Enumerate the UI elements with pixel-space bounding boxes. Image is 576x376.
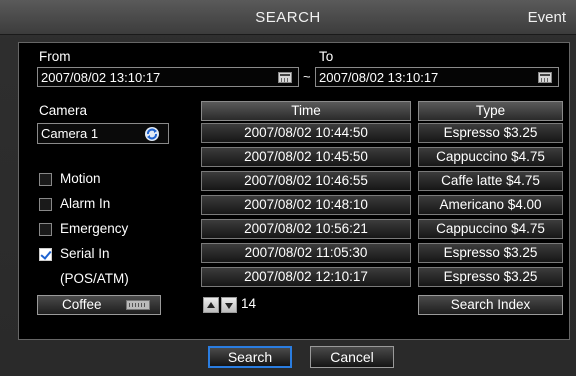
calendar-icon[interactable]: [538, 72, 552, 83]
emergency-checkbox[interactable]: [39, 223, 52, 236]
type-cell: Espresso $3.25: [418, 243, 563, 263]
to-date-field[interactable]: 2007/08/02 13:10:17: [315, 67, 559, 87]
column-header-type: Type: [418, 101, 563, 121]
motion-checkbox[interactable]: [39, 173, 52, 186]
type-cell: Espresso $3.25: [418, 267, 563, 287]
page-down-button[interactable]: [221, 297, 237, 313]
serial-in-checkbox[interactable]: [39, 248, 52, 261]
cancel-button[interactable]: Cancel: [310, 346, 394, 368]
result-count: 14: [241, 296, 257, 311]
filter-label: Alarm In: [60, 196, 111, 211]
filter-label: Motion: [60, 171, 101, 186]
page-up-button[interactable]: [203, 297, 219, 313]
camera-label: Camera: [39, 103, 88, 118]
to-date-value: 2007/08/02 13:10:17: [319, 70, 439, 85]
to-label: To: [319, 49, 334, 64]
time-cell: 2007/08/02 11:05:30: [201, 243, 411, 263]
search-panel: From 2007/08/02 13:10:17 ~ To 2007/08/02…: [18, 42, 570, 340]
time-cell: 2007/08/02 10:56:21: [201, 219, 411, 239]
event-label: Event: [527, 9, 566, 26]
from-date-field[interactable]: 2007/08/02 13:10:17: [37, 67, 299, 87]
camera-select[interactable]: Camera 1: [37, 123, 169, 144]
refresh-icon[interactable]: [144, 126, 160, 142]
from-label: From: [39, 49, 71, 64]
arrow-down-icon: [225, 303, 233, 309]
type-cell: Cappuccino $4.75: [418, 219, 563, 239]
time-cell: 2007/08/02 10:45:50: [201, 147, 411, 167]
type-cell: Caffe latte $4.75: [418, 171, 563, 191]
search-dialog: SEARCH Event From 2007/08/02 13:10:17 ~ …: [0, 0, 576, 376]
search-button[interactable]: Search: [208, 346, 292, 368]
dialog-title: SEARCH: [255, 9, 321, 26]
range-separator: ~: [303, 69, 311, 84]
camera-value: Camera 1: [41, 126, 99, 141]
filter-label: Serial In: [60, 246, 110, 261]
arrow-up-icon: [207, 302, 215, 308]
calendar-icon[interactable]: [278, 72, 292, 83]
filter-label: Emergency: [60, 221, 129, 236]
title-bar: SEARCH Event: [0, 0, 576, 35]
type-cell: Espresso $3.25: [418, 123, 563, 143]
type-cell: Americano $4.00: [418, 195, 563, 215]
keyword-label: Coffee: [62, 297, 102, 312]
keyword-button[interactable]: Coffee: [37, 295, 161, 315]
time-cell: 2007/08/02 10:44:50: [201, 123, 411, 143]
alarm-in-checkbox[interactable]: [39, 198, 52, 211]
time-cell: 2007/08/02 12:10:17: [201, 267, 411, 287]
search-index-button[interactable]: Search Index: [418, 295, 563, 315]
keyboard-icon: [126, 300, 150, 310]
time-cell: 2007/08/02 10:46:55: [201, 171, 411, 191]
time-cell: 2007/08/02 10:48:10: [201, 195, 411, 215]
column-header-time: Time: [201, 101, 411, 121]
pos-atm-note: (POS/ATM): [60, 271, 129, 286]
from-date-value: 2007/08/02 13:10:17: [41, 70, 161, 85]
type-cell: Cappuccino $4.75: [418, 147, 563, 167]
